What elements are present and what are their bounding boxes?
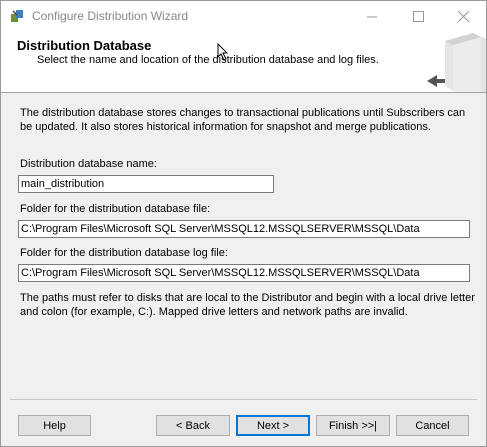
db-name-label: Distribution database name: — [20, 158, 157, 170]
back-button[interactable]: < Back — [156, 415, 230, 436]
mouse-cursor-icon — [217, 42, 229, 64]
cancel-button[interactable]: Cancel — [396, 415, 469, 436]
wizard-header: Distribution Database Select the name an… — [1, 31, 486, 93]
maximize-button[interactable] — [395, 1, 441, 31]
log-folder-label: Folder for the distribution database log… — [20, 247, 228, 259]
window-title: Configure Distribution Wizard — [32, 9, 189, 23]
close-button[interactable] — [440, 1, 486, 31]
help-button[interactable]: Help — [18, 415, 91, 436]
page-title: Distribution Database — [17, 38, 152, 53]
finish-button[interactable]: Finish >>| — [316, 415, 390, 436]
db-folder-field[interactable]: C:\Program Files\Microsoft SQL Server\MS… — [18, 220, 470, 238]
wizard-window: Configure Distribution Wizard Distributi… — [0, 0, 487, 447]
db-name-field[interactable]: main_distribution — [18, 175, 274, 193]
wizard-icon — [10, 8, 26, 24]
db-folder-label: Folder for the distribution database fil… — [20, 203, 211, 215]
log-folder-field[interactable]: C:\Program Files\Microsoft SQL Server\MS… — [18, 264, 470, 282]
footer-divider — [10, 399, 477, 400]
description-text: The distribution database stores changes… — [20, 107, 466, 133]
title-bar[interactable]: Configure Distribution Wizard — [1, 1, 486, 31]
path-note-text: The paths must refer to disks that are l… — [20, 292, 475, 318]
page-subtitle: Select the name and location of the dist… — [37, 54, 379, 66]
next-button[interactable]: Next > — [236, 415, 310, 436]
minimize-button[interactable] — [349, 1, 395, 31]
server-graphic-icon — [415, 31, 486, 92]
